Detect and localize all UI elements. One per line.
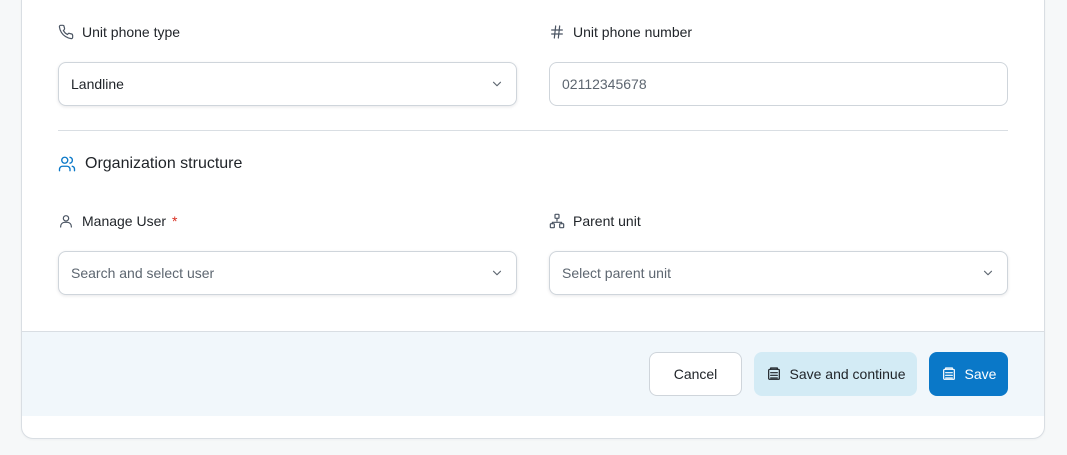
form-footer: Cancel Save and continue Save — [22, 331, 1044, 416]
manage-user-placeholder: Search and select user — [71, 265, 215, 281]
chevron-down-icon — [490, 266, 504, 280]
parent-unit-label-text: Parent unit — [573, 213, 641, 229]
manage-user-label-text: Manage User — [82, 213, 167, 229]
organization-section-title: Organization structure — [58, 155, 242, 173]
save-and-continue-label: Save and continue — [789, 366, 906, 382]
phone-type-select[interactable]: Landline — [58, 62, 517, 106]
chevron-down-icon — [490, 77, 504, 91]
phone-type-label: Unit phone type — [58, 24, 180, 40]
phone-number-value: 02112345678 — [562, 76, 647, 92]
hierarchy-icon — [549, 213, 565, 229]
section-divider — [58, 130, 1008, 131]
phone-number-label: Unit phone number — [549, 24, 692, 40]
users-icon — [58, 155, 76, 173]
manage-user-select[interactable]: Search and select user — [58, 251, 517, 295]
phone-number-label-text: Unit phone number — [573, 24, 693, 40]
unit-form-card: Unit phone type Landline Unit phone numb… — [21, 0, 1045, 439]
section-title-text: Organization structure — [85, 155, 243, 172]
save-icon — [941, 366, 957, 382]
parent-unit-placeholder: Select parent unit — [562, 265, 671, 281]
phone-icon — [58, 24, 74, 40]
parent-unit-label: Parent unit — [549, 213, 641, 229]
chevron-down-icon — [981, 266, 995, 280]
required-marker: * — [172, 213, 178, 229]
manage-user-label: Manage User * — [58, 213, 178, 229]
phone-number-input[interactable]: 02112345678 — [549, 62, 1008, 106]
save-and-continue-button[interactable]: Save and continue — [754, 352, 917, 396]
parent-unit-select[interactable]: Select parent unit — [549, 251, 1008, 295]
phone-type-value: Landline — [71, 76, 124, 92]
cancel-button[interactable]: Cancel — [649, 352, 742, 396]
save-button[interactable]: Save — [929, 352, 1008, 396]
save-icon — [766, 366, 782, 382]
cancel-button-label: Cancel — [673, 366, 718, 382]
hash-icon — [549, 24, 565, 40]
user-icon — [58, 213, 74, 229]
save-button-label: Save — [964, 366, 997, 382]
phone-type-label-text: Unit phone type — [82, 24, 181, 40]
